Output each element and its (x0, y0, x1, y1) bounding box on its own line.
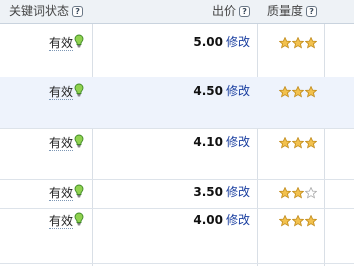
help-icon[interactable]: ? (72, 6, 84, 17)
keyword-status: 有效 (49, 212, 84, 229)
bid-value: 5.00 (193, 35, 223, 49)
star-icon (292, 187, 304, 199)
help-icon[interactable]: ? (239, 6, 251, 17)
keyword-status: 有效 (49, 184, 84, 201)
bid-cell: 5.00 修改 (193, 34, 250, 50)
edit-bid-link[interactable]: 修改 (226, 84, 250, 98)
star-icon (292, 86, 304, 98)
edit-bid-link[interactable]: 修改 (226, 185, 250, 199)
lightbulb-icon (74, 212, 84, 226)
star-icon (279, 137, 291, 149)
status-text: 有效 (49, 36, 74, 51)
edit-bid-link[interactable]: 修改 (226, 213, 250, 227)
keyword-status: 有效 (49, 134, 84, 151)
lightbulb-icon (74, 134, 84, 148)
star-icon (279, 187, 291, 199)
bid-value: 3.50 (193, 185, 223, 199)
bid-cell: 3.50 修改 (193, 184, 250, 200)
bid-value: 4.50 (193, 84, 223, 98)
bid-cell: 4.50 修改 (193, 83, 250, 99)
star-icon (279, 86, 291, 98)
status-text: 有效 (49, 85, 74, 100)
table-row: 有效 4.50 修改 (0, 77, 354, 129)
star-icon (305, 137, 317, 149)
star-icon (292, 37, 304, 49)
lightbulb-icon (74, 83, 84, 97)
table-row: 有效 5.00 修改 (0, 24, 354, 78)
bid-cell: 4.10 修改 (193, 134, 250, 150)
quality-stars (279, 187, 318, 201)
star-icon (305, 187, 317, 199)
table-row: 有效 3.50 修改 (0, 179, 354, 209)
header-quality[interactable]: 质量度? (267, 0, 318, 23)
quality-stars (279, 86, 318, 100)
keyword-status: 有效 (49, 34, 84, 51)
star-icon (279, 37, 291, 49)
quality-stars (279, 215, 318, 229)
help-icon[interactable]: ? (306, 6, 318, 17)
quality-stars (279, 37, 318, 51)
keyword-status: 有效 (49, 83, 84, 100)
header-quality-label: 质量度 (267, 4, 304, 18)
star-icon (305, 86, 317, 98)
bid-value: 4.00 (193, 213, 223, 227)
star-icon (292, 137, 304, 149)
table-header: 关键词状态? 出价? 质量度? (0, 0, 354, 24)
header-status[interactable]: 关键词状态? (9, 0, 84, 23)
header-status-label: 关键词状态 (9, 4, 70, 18)
lightbulb-icon (74, 34, 84, 48)
header-bid[interactable]: 出价? (212, 0, 251, 23)
table-row: 有效 4.00 修改 (0, 208, 354, 264)
edit-bid-link[interactable]: 修改 (226, 135, 250, 149)
star-icon (279, 215, 291, 227)
star-icon (292, 215, 304, 227)
lightbulb-icon (74, 184, 84, 198)
star-icon (305, 37, 317, 49)
keyword-table: 关键词状态? 出价? 质量度? 有效 5.00 修改 有效 4.50 修改 有效 4.10 修改… (0, 0, 354, 266)
quality-stars (279, 137, 318, 151)
status-text: 有效 (49, 214, 74, 229)
star-icon (305, 215, 317, 227)
status-text: 有效 (49, 186, 74, 201)
status-text: 有效 (49, 136, 74, 151)
header-bid-label: 出价 (212, 4, 237, 18)
bid-cell: 4.00 修改 (193, 212, 250, 228)
bid-value: 4.10 (193, 135, 223, 149)
edit-bid-link[interactable]: 修改 (226, 35, 250, 49)
table-row: 有效 4.10 修改 (0, 128, 354, 180)
